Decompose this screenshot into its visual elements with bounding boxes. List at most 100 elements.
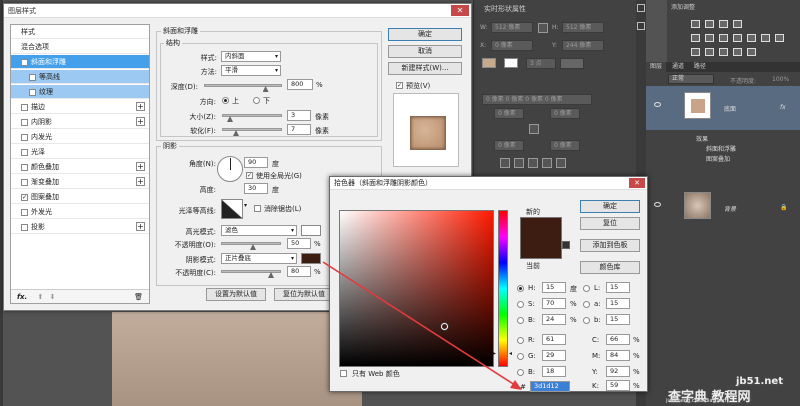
effects-label[interactable]: 效果: [696, 134, 708, 143]
style-item[interactable]: 投影 +: [11, 220, 149, 234]
l-input[interactable]: 15: [606, 282, 630, 293]
path-op-icon-5[interactable]: [556, 158, 566, 168]
radio-s[interactable]: [517, 301, 524, 308]
move-down-icon[interactable]: ⬇: [50, 293, 56, 301]
ok-button[interactable]: 确定: [388, 28, 462, 41]
color-picker-close-button[interactable]: ✕: [629, 178, 645, 188]
selective-color-icon[interactable]: [747, 48, 756, 56]
angle-dial[interactable]: [217, 156, 243, 182]
color-field-cursor[interactable]: [441, 323, 448, 330]
posterize-icon[interactable]: [705, 48, 714, 56]
shadow-color-swatch[interactable]: [301, 253, 321, 264]
style-item-checkbox[interactable]: [21, 103, 28, 111]
direction-up-radio[interactable]: [222, 97, 229, 104]
add-to-swatches-button[interactable]: 添加到色板: [580, 239, 640, 252]
style-item-checkbox[interactable]: [29, 88, 36, 96]
style-item[interactable]: 样式: [11, 25, 149, 39]
preview-checkbox[interactable]: ✓: [396, 82, 403, 89]
radio-l[interactable]: [583, 285, 590, 292]
path-op-icon-3[interactable]: [528, 158, 538, 168]
highlight-color-swatch[interactable]: [301, 225, 321, 236]
antialias-checkbox[interactable]: [254, 205, 261, 212]
shadow-opacity-slider[interactable]: [221, 270, 281, 278]
radio-h[interactable]: [517, 285, 524, 292]
threshold-icon[interactable]: [719, 48, 728, 56]
mixer-icon[interactable]: [761, 34, 770, 42]
y-input[interactable]: 92: [606, 366, 630, 377]
tab-paths[interactable]: 路径: [690, 62, 710, 72]
c-input[interactable]: 66: [606, 334, 630, 345]
hue-slider[interactable]: [498, 210, 508, 367]
tab-layers[interactable]: 图层: [646, 62, 667, 72]
s-input[interactable]: 70: [542, 298, 566, 309]
add-style-plus-icon[interactable]: +: [136, 117, 145, 126]
actions-icon[interactable]: [637, 22, 645, 30]
gloss-contour-preview[interactable]: [221, 199, 243, 219]
corner4-field[interactable]: 0 像素: [550, 140, 580, 151]
curves-icon[interactable]: [719, 20, 728, 28]
add-style-plus-icon[interactable]: +: [136, 177, 145, 186]
hue-icon[interactable]: [705, 34, 714, 42]
style-item[interactable]: 外发光: [11, 205, 149, 219]
tab-channels[interactable]: 通道: [668, 62, 688, 72]
contour-dropdown-icon[interactable]: ▾: [244, 202, 247, 209]
lab-b-input[interactable]: 15: [606, 314, 630, 325]
style-item-checkbox[interactable]: [21, 208, 28, 216]
color-field[interactable]: [339, 210, 494, 367]
h-field[interactable]: 512 像素: [562, 22, 604, 33]
stroke-width-field[interactable]: 3 点: [526, 58, 556, 69]
m-input[interactable]: 84: [606, 350, 630, 361]
a-input[interactable]: 15: [606, 298, 630, 309]
visibility-eye-icon-bg[interactable]: [654, 202, 661, 207]
brightness-icon[interactable]: [691, 20, 700, 28]
style-item-checkbox[interactable]: [21, 178, 28, 186]
direction-down-radio[interactable]: [253, 97, 260, 104]
corner3-field[interactable]: 0 像素: [494, 140, 524, 151]
style-item-checkbox[interactable]: ✓: [21, 58, 28, 66]
reset-default-button[interactable]: 复位为默认值: [274, 288, 334, 301]
b-input[interactable]: 24: [542, 314, 566, 325]
depth-slider[interactable]: [204, 84, 282, 92]
style-item-checkbox[interactable]: [21, 148, 28, 156]
effect-bevel[interactable]: 斜面和浮雕: [706, 144, 736, 153]
global-light-checkbox[interactable]: ✓: [246, 172, 253, 179]
radio-a[interactable]: [583, 301, 590, 308]
style-item[interactable]: 描边 +: [11, 100, 149, 114]
style-item[interactable]: 内阴影 +: [11, 115, 149, 129]
trash-icon[interactable]: 🗑: [134, 290, 143, 304]
style-item-checkbox[interactable]: [29, 73, 36, 81]
g-input[interactable]: 29: [542, 350, 566, 361]
background-layer-name[interactable]: 背景: [724, 204, 736, 213]
bevel-style-select[interactable]: 内斜面: [221, 51, 281, 62]
radio-b2[interactable]: [517, 369, 524, 376]
corner1-field[interactable]: 0 像素: [494, 108, 524, 119]
highlight-mode-select[interactable]: 滤色: [221, 225, 297, 236]
color-libraries-button[interactable]: 颜色库: [580, 261, 640, 274]
add-style-plus-icon[interactable]: +: [136, 162, 145, 171]
size-input[interactable]: 3: [287, 110, 311, 121]
b2-input[interactable]: 18: [542, 366, 566, 377]
levels-icon[interactable]: [705, 20, 714, 28]
depth-input[interactable]: 800: [287, 79, 313, 90]
style-item[interactable]: 混合选项: [11, 40, 149, 54]
cancel-button[interactable]: 取消: [388, 45, 462, 58]
add-style-plus-icon[interactable]: +: [136, 222, 145, 231]
stroke-type-select[interactable]: [560, 58, 584, 69]
style-item[interactable]: ✓ 图案叠加: [11, 190, 149, 204]
radio-lab-b[interactable]: [583, 317, 590, 324]
hex-input[interactable]: 3d1d12: [530, 381, 570, 392]
visibility-eye-icon[interactable]: [654, 102, 661, 107]
make-default-button[interactable]: 设置为默认值: [206, 288, 266, 301]
soften-input[interactable]: 7: [287, 124, 311, 135]
soften-slider[interactable]: [222, 128, 282, 136]
move-up-icon[interactable]: ⬆: [37, 293, 43, 301]
radius-field[interactable]: 0 像素 0 像素 0 像素 0 像素: [482, 94, 592, 105]
picker-reset-button[interactable]: 复位: [580, 217, 640, 230]
path-op-icon-1[interactable]: [500, 158, 510, 168]
fx-badge[interactable]: fx: [780, 104, 786, 111]
layer-name[interactable]: 底面: [724, 104, 736, 113]
color-balance-icon[interactable]: [719, 34, 728, 42]
style-item[interactable]: 渐变叠加 +: [11, 175, 149, 189]
opacity-value[interactable]: 100%: [772, 76, 789, 83]
bw-icon[interactable]: [733, 34, 742, 42]
